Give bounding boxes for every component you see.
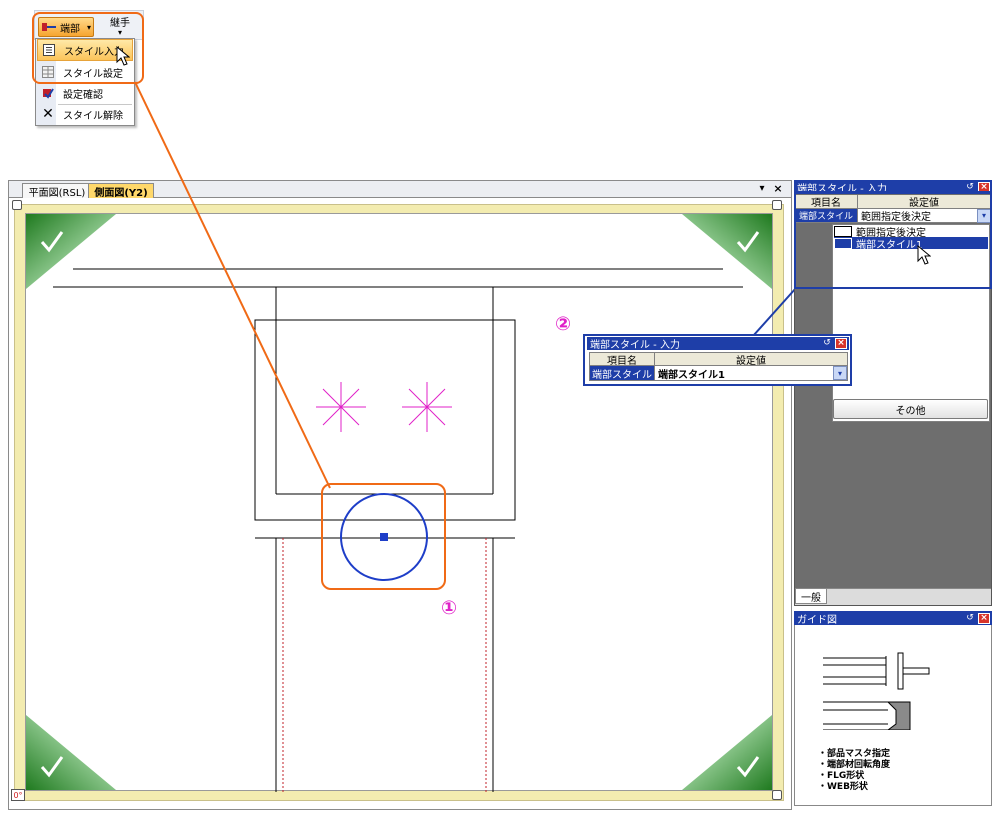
tab-label: 一般 <box>801 592 821 604</box>
tab-side-view[interactable]: 側面図(Y2) <box>88 183 154 199</box>
style-clear-icon: ✕ <box>42 106 54 122</box>
menu-item-label: 設定確認 <box>63 89 103 101</box>
zoom-header-name: 項目名 <box>589 352 655 367</box>
guide-note: ・部品マスタ指定 <box>818 749 891 759</box>
zoom-select-value: 端部スタイル1 <box>658 369 725 381</box>
pin-icon[interactable]: ↺ <box>964 612 976 624</box>
angle-indicator: 0° <box>11 789 25 801</box>
other-button[interactable]: その他 <box>833 399 988 419</box>
tab-plan-view[interactable]: 平面図(RSL) <box>22 183 92 199</box>
callout-number-2: ② <box>555 313 572 335</box>
menu-item-label: スタイル解除 <box>63 110 123 122</box>
resize-handle-top-left[interactable] <box>12 200 22 210</box>
other-button-label: その他 <box>895 405 926 417</box>
zoom-row-name: 端部スタイル <box>589 366 655 381</box>
tab-label: 平面図(RSL) <box>28 187 86 199</box>
zoom-header-value: 設定値 <box>655 352 848 367</box>
zoom-panel-title: 端部スタイル - 入力 <box>590 340 680 351</box>
chevron-down-icon: ▾ <box>833 366 847 380</box>
callout-number-1: ① <box>441 597 458 619</box>
guide-note: ・WEB形状 <box>818 782 868 792</box>
panel-callout-frame <box>794 191 992 289</box>
guide-note: ・FLG形状 <box>818 771 865 781</box>
window-menu-button[interactable]: ▾ <box>756 183 768 195</box>
asterisk-marks <box>316 382 452 432</box>
guide-panel-title: ガイド図 <box>797 614 837 626</box>
pin-icon[interactable]: ↺ <box>821 338 833 349</box>
guide-notes: ・部品マスタ指定 ・端部材回転角度 ・FLG形状 ・WEB形状 <box>818 749 988 793</box>
zoom-panel-titlebar: 端部スタイル - 入力 ↺ × <box>587 337 849 351</box>
beam-lines <box>53 268 743 288</box>
window-close-button[interactable]: × <box>772 182 784 195</box>
guide-panel-titlebar: ガイド図 ↺ × <box>794 611 992 626</box>
tab-general[interactable]: 一般 <box>795 589 827 604</box>
settings-check-icon <box>41 86 55 100</box>
close-icon[interactable]: × <box>978 612 990 624</box>
tab-label: 側面図(Y2) <box>94 187 148 199</box>
guide-note: ・端部材回転角度 <box>818 760 891 770</box>
menu-item-settings-check[interactable]: 設定確認 <box>37 82 133 104</box>
circle-callout-frame <box>321 483 446 590</box>
zoom-style-select[interactable]: 端部スタイル1 ▾ <box>655 366 848 381</box>
menu-callout-frame <box>32 12 144 84</box>
close-icon[interactable]: × <box>835 338 847 349</box>
menu-item-style-clear[interactable]: ✕ スタイル解除 <box>37 103 133 125</box>
guide-diagram <box>823 652 930 730</box>
resize-handle-top-right[interactable] <box>772 200 782 210</box>
